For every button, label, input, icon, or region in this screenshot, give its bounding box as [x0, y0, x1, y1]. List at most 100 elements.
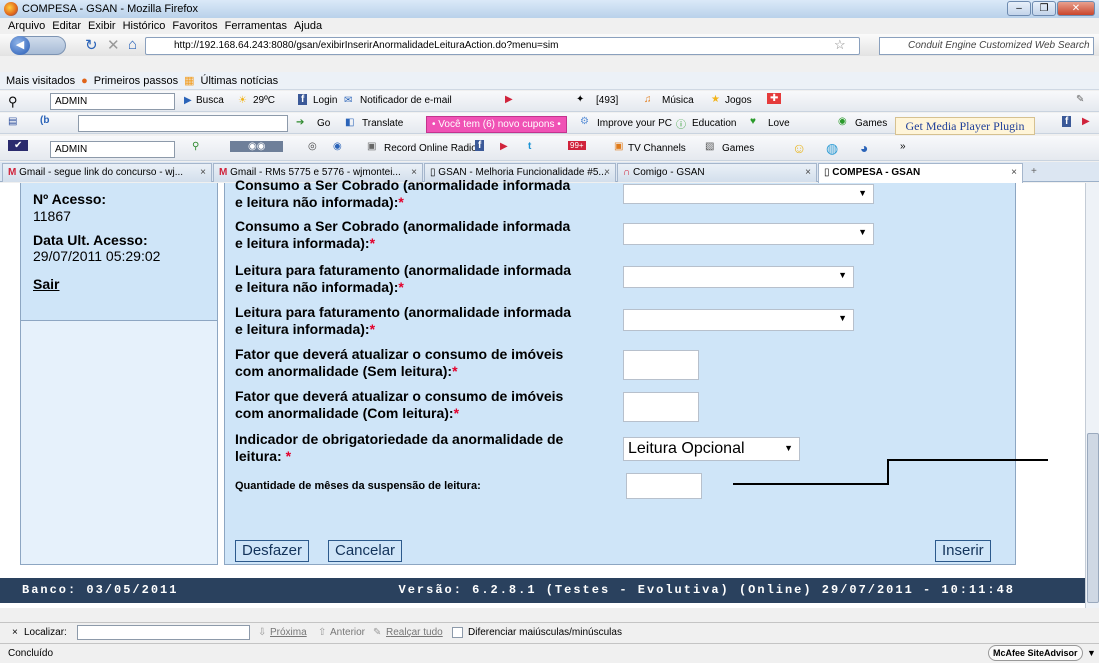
menu-ferramentas[interactable]: Ferramentas [225, 20, 287, 32]
education-button[interactable]: Education [692, 118, 736, 129]
fator-sem-leitura-input[interactable] [623, 350, 699, 380]
vertical-scrollbar[interactable] [1085, 183, 1099, 608]
notificador-button[interactable]: Notificador de e-mail [360, 95, 452, 106]
chat-icon[interactable]: ◍ [826, 140, 838, 157]
reload-icon[interactable]: ↻ [85, 36, 98, 54]
home-icon[interactable]: ⌂ [128, 36, 137, 53]
tab-close-icon[interactable]: × [604, 164, 610, 181]
acesso-label: Nº Acesso: [33, 191, 107, 207]
scrollbar-thumb[interactable] [1087, 433, 1099, 603]
games-button[interactable]: Games [855, 118, 887, 129]
flag-icon[interactable]: ▤ [8, 116, 17, 127]
wrench-icon[interactable]: ✎ [1076, 94, 1084, 105]
smiley-icon[interactable]: ☺ [792, 140, 806, 156]
minimize-button[interactable]: – [1007, 1, 1031, 16]
mcafee-button[interactable]: McAfee SiteAdvisor [988, 645, 1083, 661]
tab-close-icon[interactable]: × [805, 164, 811, 181]
match-case-label[interactable]: Diferenciar maiúsculas/minúsculas [468, 623, 622, 642]
weather-text[interactable]: 29ºC [253, 95, 275, 106]
find-next-button[interactable]: Próxima [270, 623, 307, 642]
sair-link[interactable]: Sair [33, 276, 59, 292]
tv-channels-button[interactable]: TV Channels [628, 143, 686, 154]
next-arrow-icon: ⇩ [258, 627, 267, 638]
games-button-2[interactable]: Games [722, 143, 754, 154]
toolbar-count[interactable]: [493] [596, 95, 618, 106]
twitter-icon[interactable]: t [528, 141, 531, 152]
tab-comigo-gsan[interactable]: ∩ Comigo - GSAN × [617, 163, 817, 182]
toolbar3-user-field[interactable]: ADMIN [50, 141, 175, 158]
highlight-all-button[interactable]: Realçar tudo [386, 623, 443, 642]
bookmark-ultimas-noticias[interactable]: Últimas notícias [201, 75, 279, 87]
url-input[interactable]: http://192.168.64.243:8080/gsan/exibirIn… [145, 37, 860, 55]
status-bar: Concluído McAfee SiteAdvisor ▼ [0, 643, 1099, 663]
toolbar2-search-field[interactable] [78, 115, 288, 132]
gift-icon[interactable]: ✚ [767, 93, 782, 104]
bookmark-primeiros-passos[interactable]: Primeiros passos [94, 75, 178, 87]
go-button[interactable]: Go [317, 118, 330, 129]
match-case-checkbox[interactable] [452, 627, 463, 638]
busca-button[interactable]: Busca [196, 95, 224, 106]
meses-suspensao-input[interactable] [626, 473, 702, 499]
leitura-informada-select[interactable]: ▼ [623, 309, 854, 331]
bookmark-mais-visitados[interactable]: Mais visitados [6, 75, 75, 87]
search-tool-icon[interactable]: ⚲ [8, 94, 18, 110]
menu-historico[interactable]: Histórico [123, 20, 166, 32]
prev-arrow-icon: ⇧ [318, 627, 327, 638]
find-input[interactable] [77, 625, 250, 640]
search-input[interactable]: Conduit Engine Customized Web Search [879, 37, 1094, 55]
leitura-nao-informada-select[interactable]: ▼ [623, 266, 854, 288]
desfazer-button[interactable]: Desfazer [235, 540, 310, 562]
indicador-obrigatoriedade-select[interactable]: Leitura Opcional ▼ [623, 437, 800, 461]
get-media-player-button[interactable]: Get Media Player Plugin [895, 117, 1035, 135]
love-button[interactable]: Love [768, 118, 790, 129]
menu-editar[interactable]: Editar [52, 20, 81, 32]
facebook-icon: f [298, 94, 308, 105]
translate-button[interactable]: Translate [362, 118, 403, 129]
consumo-informada-select[interactable]: ▼ [623, 223, 874, 245]
fator-com-leitura-input[interactable] [623, 392, 699, 422]
tab-compesa-gsan[interactable]: ▯ COMPESA - GSAN × [818, 163, 1023, 183]
menu-ajuda[interactable]: Ajuda [294, 20, 322, 32]
tab-gmail-concurso[interactable]: M Gmail - segue link do concurso - wj...… [2, 163, 212, 182]
gear-icon: ⚙ [580, 116, 589, 127]
youtube-icon-2[interactable]: ▶ [1082, 116, 1090, 127]
radio-player-slider[interactable]: ◉◉ [230, 141, 284, 152]
back-arrow-icon[interactable]: ◀ [10, 36, 30, 55]
radio-icon: ▣ [367, 141, 377, 152]
cancelar-button[interactable]: Cancelar [328, 540, 403, 562]
target-icon[interactable]: ◉ [333, 141, 342, 152]
menu-exibir[interactable]: Exibir [88, 20, 116, 32]
youtube-icon-3[interactable]: ▶ [500, 141, 508, 152]
new-tab-icon[interactable]: + [1031, 166, 1037, 177]
settings-icon[interactable]: ◕ [860, 140, 868, 156]
coupon-promo-button[interactable]: • Você tem (6) novo cupons • [426, 116, 567, 133]
find-prev-button[interactable]: Anterior [330, 623, 365, 642]
consumo-nao-informada-select[interactable]: ▼ [623, 184, 874, 204]
login-button[interactable]: Login [313, 95, 337, 106]
inserir-button[interactable]: Inserir [935, 540, 991, 562]
stop-icon[interactable]: ✕ [107, 36, 120, 54]
tab-close-icon[interactable]: × [200, 164, 206, 181]
close-window-button[interactable]: ✕ [1057, 1, 1095, 16]
play-icon[interactable]: ◎ [308, 141, 317, 152]
indicador-obrigatoriedade-label: Indicador de obrigatoriedade da anormali… [235, 431, 564, 464]
facebook-icon-2[interactable]: f [1062, 116, 1072, 127]
notification-badge[interactable]: 99+ [568, 141, 586, 150]
menu-favoritos[interactable]: Favoritos [172, 20, 217, 32]
findbar-close-icon[interactable]: × [12, 623, 18, 642]
maximize-button[interactable]: ❐ [1032, 1, 1056, 16]
musica-button[interactable]: Música [662, 95, 694, 106]
youtube-icon[interactable]: ▶ [505, 94, 513, 105]
record-radio-button[interactable]: Record Online Radio [384, 143, 477, 154]
jogos-button[interactable]: Jogos [725, 95, 752, 106]
bookmark-star-icon[interactable]: ☆ [834, 37, 846, 53]
overflow-icon[interactable]: » [900, 141, 906, 152]
search-green-icon[interactable]: ⚲ [192, 141, 199, 152]
menu-arquivo[interactable]: Arquivo [8, 20, 45, 32]
facebook-icon-3[interactable]: f [475, 140, 485, 151]
improve-pc-button[interactable]: Improve your PC [597, 118, 672, 129]
consumo-informada-label: Consumo a Ser Cobrado (anormalidade info… [235, 218, 571, 251]
toolbar1-user-field[interactable]: ADMIN [50, 93, 175, 110]
mcafee-dropdown-icon[interactable]: ▼ [1087, 644, 1096, 663]
tab-close-icon[interactable]: × [1011, 164, 1017, 181]
